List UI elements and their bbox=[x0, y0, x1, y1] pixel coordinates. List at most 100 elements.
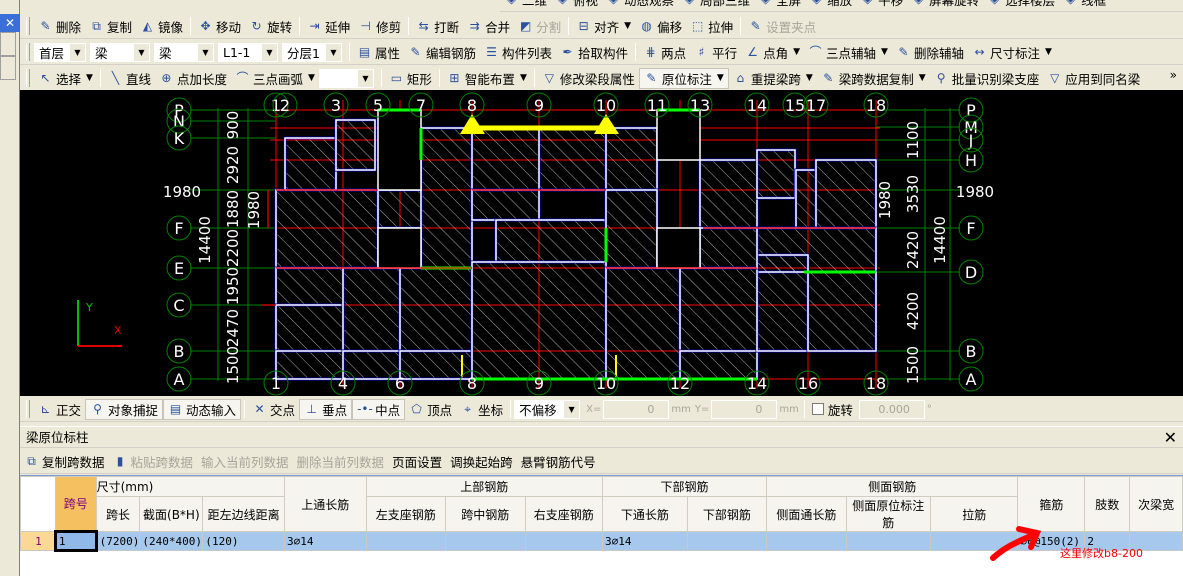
cell-section[interactable]: (240*400) bbox=[139, 531, 204, 551]
cell-side-in-place[interactable] bbox=[845, 531, 932, 551]
slab-region bbox=[470, 126, 541, 192]
snap-toolbar: ⊾ 正交 ⚲ 对象捕捉 ▤ 动态输入 ✕ 交点 ⊥ 垂点 -•- 中点 ⬠ 顶点 ⌖ 坐标 不偏移 ▼ X= 0 mm Y… bbox=[20, 397, 1183, 422]
axis-label: 11 bbox=[647, 96, 667, 115]
snap-perpendicular[interactable]: ⊥ 垂点 bbox=[299, 398, 353, 420]
cell-span-no[interactable]: 1 bbox=[53, 530, 98, 552]
slab-region bbox=[274, 303, 345, 353]
header-span-len[interactable]: 跨长 bbox=[95, 496, 141, 532]
header-bottom-rebar-group: 下部钢筋 bbox=[602, 476, 768, 497]
cell-dist[interactable]: (120) bbox=[202, 531, 285, 551]
header-mid-span[interactable]: 跨中钢筋 bbox=[445, 496, 526, 532]
header-side-in-place[interactable]: 侧面原位标注筋 bbox=[845, 496, 932, 532]
axis-label: 10 bbox=[596, 374, 616, 393]
header-stirrup[interactable]: 箍筋 bbox=[1017, 476, 1086, 532]
row-number[interactable]: 1 bbox=[20, 531, 56, 551]
panel-button[interactable]: 调换起始跨 bbox=[446, 451, 517, 472]
ortho-icon: ⊾ bbox=[40, 401, 51, 416]
axis-label: E bbox=[174, 259, 184, 278]
cell-right-support[interactable] bbox=[524, 531, 604, 551]
button-label: 输入当前列数据 bbox=[201, 455, 289, 470]
slab-region bbox=[470, 260, 608, 381]
axis-label: 4 bbox=[338, 374, 348, 393]
panel-button[interactable]: 输入当前列数据 bbox=[197, 451, 293, 472]
cell-bottom-long[interactable]: 3⌀14 bbox=[602, 531, 688, 551]
header-side-long[interactable]: 侧面通长筋 bbox=[766, 496, 847, 532]
header-legs[interactable]: 肢数 bbox=[1084, 476, 1131, 532]
y-unit: mm bbox=[779, 403, 799, 415]
side-dimension-label: 1980 bbox=[956, 183, 994, 201]
close-panel-icon[interactable]: ✕ bbox=[1164, 427, 1177, 449]
axis-label: 17 bbox=[806, 96, 826, 115]
dimension-text: 900 bbox=[224, 111, 242, 140]
button-label: 复制跨数据 bbox=[42, 455, 105, 470]
header-span-no[interactable]: 跨号 bbox=[54, 476, 97, 532]
axis-label: B bbox=[966, 342, 977, 361]
panel-button[interactable]: ⧉ 复制跨数据 bbox=[20, 451, 109, 472]
rotate-input[interactable]: 0.000 bbox=[858, 399, 925, 419]
opening bbox=[377, 227, 422, 269]
slab-region bbox=[755, 253, 810, 353]
cell-left-support[interactable] bbox=[365, 531, 447, 551]
cell-top-long[interactable]: 3⌀14 bbox=[283, 531, 367, 551]
midpoint-icon: -•- bbox=[357, 401, 373, 416]
cell-side-long[interactable] bbox=[766, 531, 847, 551]
x-axis-label: X bbox=[114, 324, 122, 337]
header-sec-beam-width[interactable]: 次梁宽 bbox=[1129, 476, 1183, 532]
axis-label: 8 bbox=[467, 374, 477, 393]
offset-mode-select[interactable]: 不偏移 ▼ bbox=[514, 399, 581, 419]
paste-icon: ▮ bbox=[116, 454, 124, 468]
dimension-text: 4200 bbox=[904, 292, 922, 330]
button-label: 交点 bbox=[270, 402, 296, 418]
button-label: 正交 bbox=[56, 402, 82, 418]
dimension-text: 2420 bbox=[904, 231, 922, 269]
header-top-long[interactable]: 上通长筋 bbox=[283, 476, 367, 532]
header-section[interactable]: 截面(B*H) bbox=[139, 496, 204, 532]
panel-button[interactable]: 页面设置 bbox=[388, 451, 446, 472]
cell-bottom-rebar[interactable] bbox=[686, 531, 768, 551]
snap-midpoint[interactable]: -•- 中点 bbox=[352, 398, 406, 420]
axis-label: A bbox=[966, 370, 977, 389]
axis-label: 7 bbox=[416, 96, 426, 115]
y-label: Y= bbox=[694, 403, 710, 415]
header-left-support[interactable]: 左支座钢筋 bbox=[365, 496, 447, 532]
slab-region bbox=[755, 148, 797, 200]
cell-mid-span[interactable] bbox=[445, 531, 526, 551]
drawing-canvas[interactable]: 1 2 3 5 7 8 9 10 11 13 14 15 17 18 1 4 6 8 9 10 12 14 16 18 P N K F… bbox=[20, 90, 1183, 396]
snap-coordinate[interactable]: ⌖ 坐标 bbox=[456, 399, 507, 420]
slab-region bbox=[334, 118, 377, 172]
slab-region bbox=[494, 218, 608, 264]
snap-ortho[interactable]: ⊾ 正交 bbox=[34, 399, 85, 420]
snap-object-snap[interactable]: ⚲ 对象捕捉 bbox=[85, 398, 164, 420]
dimension-text: 1500 bbox=[224, 346, 242, 384]
panel-button[interactable]: 悬臂钢筋代号 bbox=[517, 451, 600, 472]
rotate-label: 旋转 bbox=[827, 402, 853, 418]
header-dist[interactable]: 距左边线距离 bbox=[202, 496, 285, 532]
axis-label: 15 bbox=[785, 96, 805, 115]
snap-intersection[interactable]: ✕ 交点 bbox=[248, 399, 299, 420]
button-label: 页面设置 bbox=[392, 455, 443, 470]
panel-button[interactable]: ▮ 粘贴跨数据 bbox=[109, 451, 198, 472]
dimension-text: 1980 bbox=[876, 181, 894, 219]
y-input[interactable]: 0 bbox=[711, 399, 778, 419]
axis-label: 6 bbox=[395, 374, 405, 393]
axis-label: K bbox=[174, 129, 185, 148]
slab-region bbox=[419, 126, 474, 270]
header-right-support[interactable]: 右支座钢筋 bbox=[524, 496, 604, 532]
axis-label: 1 bbox=[271, 374, 281, 393]
header-bottom-long[interactable]: 下通长筋 bbox=[602, 496, 688, 532]
axis-label: 18 bbox=[866, 96, 886, 115]
button-label: 坐标 bbox=[478, 402, 504, 418]
y-axis-label: Y bbox=[85, 301, 93, 314]
degree-label: ° bbox=[926, 403, 932, 415]
cell-span-len[interactable]: (7200) bbox=[95, 531, 141, 551]
header-bottom-rebar[interactable]: 下部钢筋 bbox=[686, 496, 768, 532]
snap-vertex[interactable]: ⬠ 顶点 bbox=[405, 399, 456, 420]
button-label: 粘贴跨数据 bbox=[130, 455, 194, 470]
panel-button[interactable]: 删除当前列数据 bbox=[293, 451, 389, 472]
rotate-checkbox[interactable] bbox=[811, 403, 824, 415]
slab-region bbox=[470, 188, 541, 222]
panel-toolbar: ⧉ 复制跨数据 ▮ 粘贴跨数据 输入当前列数据 删除当前列数据 页面设置 调换起始跨 悬臂钢筋代… bbox=[20, 450, 1183, 474]
x-input[interactable]: 0 bbox=[603, 399, 670, 419]
axis-label: H bbox=[965, 151, 977, 170]
snap-dynamic-input[interactable]: ▤ 动态输入 bbox=[163, 398, 242, 420]
